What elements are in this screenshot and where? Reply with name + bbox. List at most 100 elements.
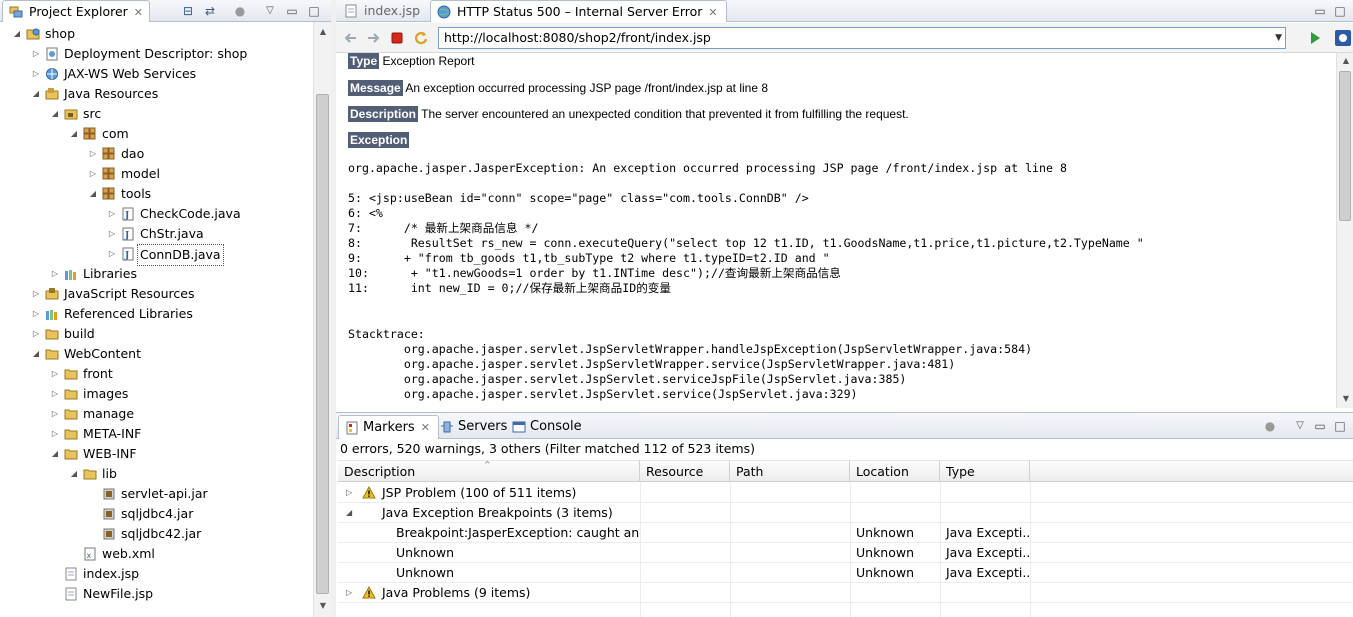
- tree-item[interactable]: ▷ Referenced Libraries: [0, 304, 313, 324]
- tree-item[interactable]: ▷ J ChStr.java: [0, 224, 313, 244]
- collapsed-arrow-icon[interactable]: ▷: [107, 204, 117, 224]
- collapsed-arrow-icon[interactable]: ▷: [50, 404, 60, 424]
- stop-icon[interactable]: [388, 29, 406, 47]
- marker-row[interactable]: Unknown Unknown Java Excepti...: [338, 563, 1353, 583]
- tree-item[interactable]: ◢ tools: [0, 184, 313, 204]
- tree-item[interactable]: ◢ Java Resources: [0, 84, 313, 104]
- column-header-description[interactable]: Description ^: [338, 460, 640, 482]
- scroll-down-icon[interactable]: ▼: [317, 600, 329, 612]
- maximize-icon[interactable]: □: [1332, 418, 1348, 434]
- collapsed-arrow-icon[interactable]: ▷: [107, 224, 117, 244]
- minimize-icon[interactable]: ▭: [284, 3, 300, 19]
- column-header-path[interactable]: Path: [730, 460, 850, 482]
- marker-group-row[interactable]: ◢ Java Exception Breakpoints (3 items): [338, 503, 1353, 523]
- collapsed-arrow-icon[interactable]: ▷: [50, 364, 60, 384]
- expanded-arrow-icon[interactable]: ◢: [50, 444, 60, 464]
- tree-item[interactable]: ▷ manage: [0, 404, 313, 424]
- explorer-scrollbar[interactable]: ▲ ▼: [313, 22, 331, 617]
- collapsed-arrow-icon[interactable]: ▷: [31, 304, 41, 324]
- filter-icon[interactable]: ●: [232, 3, 248, 19]
- tree-item[interactable]: ▷ Deployment Descriptor: shop: [0, 44, 313, 64]
- collapsed-arrow-icon[interactable]: ▷: [50, 264, 60, 284]
- refresh-icon[interactable]: [412, 29, 430, 47]
- maximize-icon[interactable]: □: [1332, 3, 1348, 19]
- marker-row[interactable]: Breakpoint:JasperException: caught and Un…: [338, 523, 1353, 543]
- tree-item[interactable]: ◢ com: [0, 124, 313, 144]
- collapsed-arrow-icon[interactable]: ▷: [346, 483, 352, 503]
- scroll-down-icon[interactable]: ▼: [1340, 393, 1352, 405]
- column-header-resource[interactable]: Resource: [640, 460, 730, 482]
- tree-item[interactable]: x web.xml: [0, 544, 313, 564]
- tree-item[interactable]: ▷ JavaScript Resources: [0, 284, 313, 304]
- tree-item[interactable]: ◢ WebContent: [0, 344, 313, 364]
- tree-item[interactable]: ▷ JAX-WS Web Services: [0, 64, 313, 84]
- minimize-icon[interactable]: ▭: [1312, 418, 1328, 434]
- maximize-icon[interactable]: □: [306, 3, 322, 19]
- tab-http-status[interactable]: HTTP Status 500 – Internal Server Error ✕: [430, 0, 727, 22]
- tree-item[interactable]: ◢ lib: [0, 464, 313, 484]
- expanded-arrow-icon[interactable]: ◢: [31, 84, 41, 104]
- scroll-thumb[interactable]: [316, 94, 329, 594]
- tab-servers[interactable]: Servers: [434, 415, 515, 439]
- column-header-location[interactable]: Location: [850, 460, 940, 482]
- expanded-arrow-icon[interactable]: ◢: [346, 503, 352, 523]
- tree-item[interactable]: ▷ build: [0, 324, 313, 344]
- collapsed-arrow-icon[interactable]: ▷: [107, 244, 117, 264]
- collapsed-arrow-icon[interactable]: ▷: [88, 144, 98, 164]
- scroll-up-icon[interactable]: ▲: [317, 26, 329, 38]
- tree-item[interactable]: sqljdbc4.jar: [0, 504, 313, 524]
- minimize-icon[interactable]: ▭: [1312, 3, 1328, 19]
- collapse-all-icon[interactable]: ⊟: [180, 3, 196, 19]
- close-icon[interactable]: ✕: [134, 2, 143, 23]
- filter-icon[interactable]: ●: [1262, 418, 1278, 434]
- collapsed-arrow-icon[interactable]: ▷: [346, 583, 352, 603]
- scroll-up-icon[interactable]: ▲: [1340, 55, 1352, 67]
- expanded-arrow-icon[interactable]: ◢: [88, 184, 98, 204]
- tree-item[interactable]: ▷ dao: [0, 144, 313, 164]
- collapsed-arrow-icon[interactable]: ▷: [50, 384, 60, 404]
- tree-item[interactable]: ▷ Libraries: [0, 264, 313, 284]
- collapsed-arrow-icon[interactable]: ▷: [88, 164, 98, 184]
- collapsed-arrow-icon[interactable]: ▷: [31, 324, 41, 344]
- tab-markers[interactable]: Markers ✕: [338, 415, 439, 439]
- expanded-arrow-icon[interactable]: ◢: [69, 124, 79, 144]
- back-icon[interactable]: [342, 29, 360, 47]
- tree-item[interactable]: sqljdbc42.jar: [0, 524, 313, 544]
- tab-console[interactable]: Console: [506, 415, 590, 439]
- close-icon[interactable]: ✕: [421, 416, 430, 439]
- eclipse-browser-icon[interactable]: [1334, 29, 1352, 47]
- tree-item[interactable]: NewFile.jsp: [0, 584, 313, 604]
- tree-item[interactable]: ▷ J CheckCode.java: [0, 204, 313, 224]
- view-menu-icon[interactable]: ▽: [262, 3, 278, 19]
- expanded-arrow-icon[interactable]: ◢: [69, 464, 79, 484]
- tree-item[interactable]: servlet-api.jar: [0, 484, 313, 504]
- marker-group-row[interactable]: ▷ Java Problems (9 items): [338, 583, 1353, 603]
- tree-item[interactable]: ◢ shop: [0, 24, 313, 44]
- tree-item[interactable]: ▷ META-INF: [0, 424, 313, 444]
- marker-group-row[interactable]: ▷ JSP Problem (100 of 511 items): [338, 483, 1353, 503]
- go-icon[interactable]: [1306, 29, 1324, 47]
- link-with-editor-icon[interactable]: ⇄: [202, 3, 218, 19]
- view-menu-icon[interactable]: ▽: [1292, 418, 1308, 434]
- tree-item[interactable]: index.jsp: [0, 564, 313, 584]
- tree-item[interactable]: ▷ front: [0, 364, 313, 384]
- tree-item[interactable]: ◢ WEB-INF: [0, 444, 313, 464]
- collapsed-arrow-icon[interactable]: ▷: [31, 44, 41, 64]
- collapsed-arrow-icon[interactable]: ▷: [31, 64, 41, 84]
- expanded-arrow-icon[interactable]: ◢: [31, 344, 41, 364]
- tab-index-jsp[interactable]: index.jsp: [338, 0, 428, 22]
- content-scrollbar[interactable]: ▲ ▼: [1336, 53, 1353, 408]
- tab-project-explorer[interactable]: Project Explorer ✕: [2, 0, 151, 23]
- tree-item[interactable]: ▷ images: [0, 384, 313, 404]
- scroll-thumb[interactable]: [1339, 71, 1351, 221]
- tree-item[interactable]: ▷ J ConnDB.java: [0, 244, 313, 266]
- tree-item[interactable]: ▷ model: [0, 164, 313, 184]
- marker-row[interactable]: Unknown Unknown Java Excepti...: [338, 543, 1353, 563]
- column-header-type[interactable]: Type: [940, 460, 1030, 482]
- collapsed-arrow-icon[interactable]: ▷: [50, 424, 60, 444]
- expanded-arrow-icon[interactable]: ◢: [50, 104, 60, 124]
- forward-icon[interactable]: [364, 29, 382, 47]
- expanded-arrow-icon[interactable]: ◢: [12, 24, 22, 44]
- tree-item[interactable]: ◢ src: [0, 104, 313, 124]
- close-icon[interactable]: ✕: [708, 2, 717, 23]
